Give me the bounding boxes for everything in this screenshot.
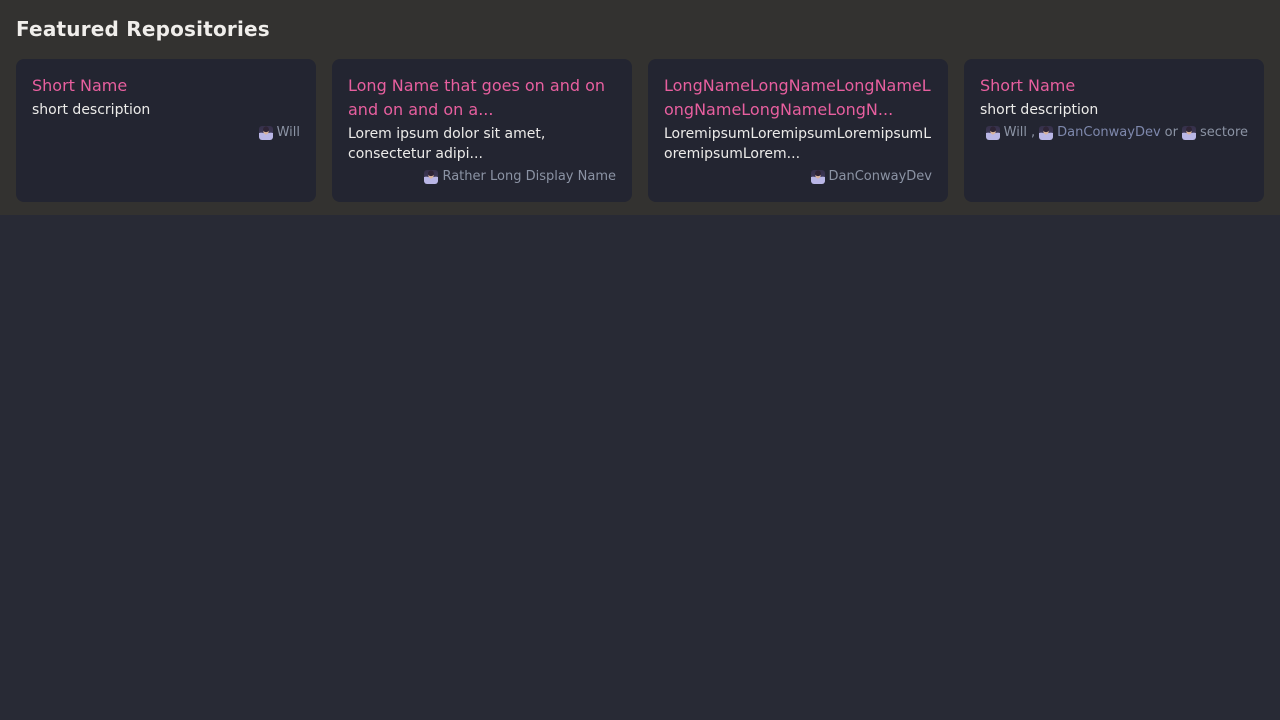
maintainer-separator: or [1165,125,1178,140]
maintainer-name[interactable]: Will [1004,125,1027,140]
avatar-icon [424,170,438,184]
avatar-icon [259,126,273,140]
repo-card[interactable]: LongNameLongNameLongNameLongNameLongName… [648,59,948,202]
maintainer-name[interactable]: DanConwayDev [829,169,932,184]
avatar-icon [1182,126,1196,140]
maintainer-separator: , [1031,125,1035,140]
repo-description: short description [32,100,300,120]
avatar-icon [811,170,825,184]
repo-card[interactable]: Short Name short description Will [16,59,316,202]
repo-card[interactable]: Long Name that goes on and on and on and… [332,59,632,202]
maintainer-name[interactable]: sectore [1200,125,1248,140]
repo-maintainers: DanConwayDev [664,169,932,184]
repo-description: LoremipsumLoremipsumLoremipsumLoremipsum… [664,124,932,164]
repo-name[interactable]: Short Name [980,74,1248,98]
repo-description: Lorem ipsum dolor sit amet, consectetur … [348,124,616,164]
repo-card[interactable]: Short Name short description Will, DanCon… [964,59,1264,202]
page-title: Featured Repositories [16,16,1264,42]
repo-description: short description [980,100,1248,120]
maintainer-name[interactable]: DanConwayDev [1057,125,1160,140]
repo-name[interactable]: Long Name that goes on and on and on and… [348,74,616,122]
repo-maintainers: Will, DanConwayDev or sectore [980,125,1248,140]
repo-maintainers: Will [32,125,300,140]
featured-repositories-section: Featured Repositories Short Name short d… [0,0,1280,215]
page-body [0,215,1280,720]
maintainer-name[interactable]: Will [277,125,300,140]
avatar-icon [1039,126,1053,140]
repo-card-list: Short Name short description Will Long N… [16,59,1264,202]
avatar-icon [986,126,1000,140]
repo-maintainers: Rather Long Display Name [348,169,616,184]
repo-name[interactable]: LongNameLongNameLongNameLongNameLongName… [664,74,932,122]
maintainer-name[interactable]: Rather Long Display Name [442,169,616,184]
repo-name[interactable]: Short Name [32,74,300,98]
